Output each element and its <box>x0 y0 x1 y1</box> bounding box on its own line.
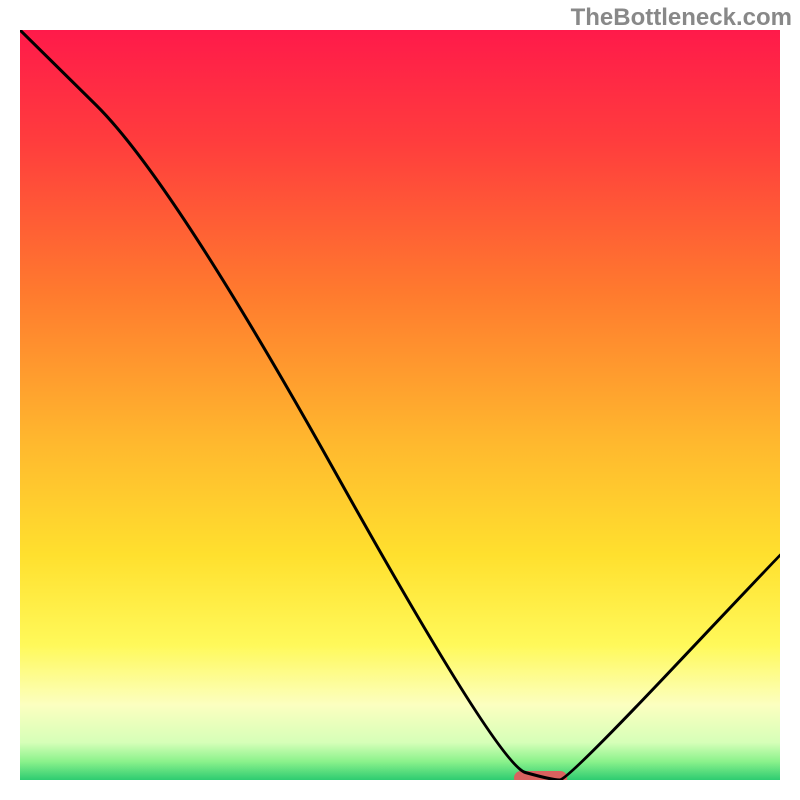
chart-container: TheBottleneck.com <box>0 0 800 800</box>
gradient-background <box>20 30 780 780</box>
watermark-text: TheBottleneck.com <box>571 4 792 32</box>
plot-area <box>20 30 780 780</box>
chart-svg <box>20 30 780 780</box>
